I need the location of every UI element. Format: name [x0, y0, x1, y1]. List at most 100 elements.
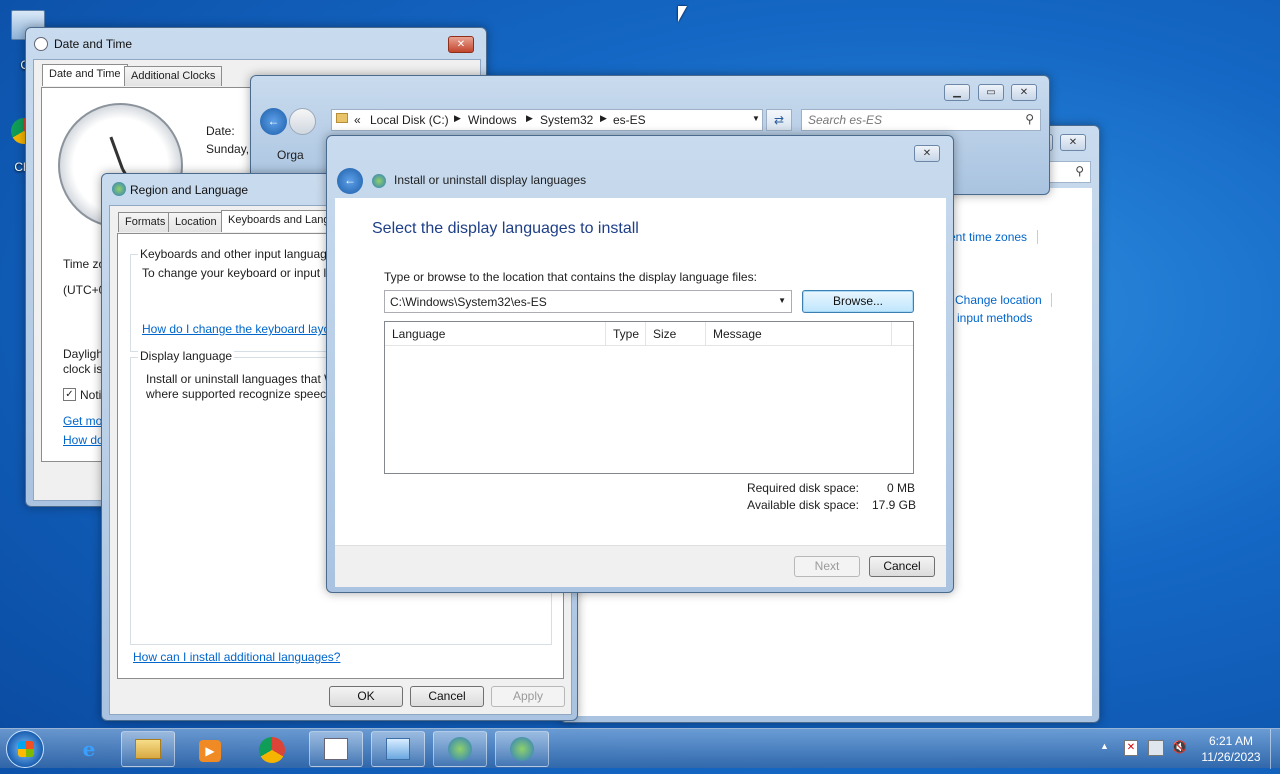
globe-icon: [372, 174, 386, 188]
tab-additional-clocks[interactable]: Additional Clocks: [124, 66, 223, 86]
wizard-footer: Next Cancel: [335, 545, 946, 587]
column-header-language[interactable]: Language: [385, 322, 606, 346]
wizard-heading: Select the display languages to install: [372, 220, 639, 237]
divider: [1051, 293, 1052, 307]
network-icon[interactable]: [1148, 740, 1164, 756]
window-title: Date and Time: [54, 37, 133, 51]
folder-icon: [336, 113, 348, 123]
breadcrumb-system32[interactable]: System32: [540, 113, 593, 127]
show-hidden-icons-button[interactable]: ▲: [1100, 741, 1109, 751]
breadcrumb-es-es[interactable]: es-ES: [613, 113, 646, 127]
get-more-link[interactable]: Get mo: [63, 414, 102, 428]
globe-icon: [112, 182, 126, 196]
wizard-title: Install or uninstall display languages: [394, 173, 587, 187]
chevron-right-icon: ▶: [600, 113, 607, 123]
group-label: Display language: [138, 349, 235, 363]
column-header-type[interactable]: Type: [606, 322, 646, 346]
show-desktop-button[interactable]: [1270, 729, 1280, 769]
group-label: Keyboards and other input language: [138, 247, 336, 261]
maximize-button[interactable]: ▭: [978, 84, 1004, 101]
chevron-down-icon[interactable]: ▼: [778, 296, 786, 305]
internet-explorer-icon: e: [82, 737, 96, 761]
taskbar: e ▶ ▲ ✕ 🔇 6:21 AM 11/26/2023: [0, 728, 1280, 769]
time-zone-label: Time zo: [63, 257, 106, 271]
refresh-icon: ⇄: [773, 113, 785, 127]
keyboards-text: To change your keyboard or input l: [142, 266, 327, 280]
breadcrumb-windows[interactable]: Windows: [468, 113, 517, 127]
close-button[interactable]: ✕: [448, 36, 474, 53]
taskbar-region-language[interactable]: [433, 731, 487, 767]
time-zone-value: (UTC+0: [63, 283, 106, 297]
forward-button[interactable]: [289, 108, 316, 135]
close-button[interactable]: ✕: [1011, 84, 1037, 101]
tab-formats[interactable]: Formats: [118, 212, 173, 232]
path-value: C:\Windows\System32\es-ES: [390, 295, 547, 309]
start-button[interactable]: [6, 730, 44, 768]
chevron-down-icon[interactable]: ▼: [752, 114, 760, 123]
required-space-value: 0 MB: [886, 481, 915, 495]
back-button[interactable]: ←: [337, 168, 363, 194]
folder-icon: [135, 739, 161, 759]
daylight-text: Daylight: [63, 347, 107, 361]
taskbar-internet-explorer[interactable]: e: [62, 731, 116, 767]
breadcrumb-overflow[interactable]: «: [354, 113, 361, 127]
instruction-text: Type or browse to the location that cont…: [384, 270, 757, 284]
calendar-clock-icon: [324, 738, 348, 760]
clock-time[interactable]: 6:21 AM: [1196, 734, 1266, 748]
browse-button[interactable]: Browse...: [802, 290, 914, 313]
language-list[interactable]: Language Type Size Message: [384, 321, 914, 474]
taskbar-chrome[interactable]: [245, 731, 299, 767]
install-languages-link[interactable]: How can I install additional languages?: [133, 650, 340, 664]
how-do-link[interactable]: How do: [63, 433, 104, 447]
breadcrumb-local-disk[interactable]: Local Disk (C:): [370, 113, 449, 127]
cancel-button[interactable]: Cancel: [410, 686, 484, 707]
available-space-label: Available disk space:: [747, 498, 859, 512]
volume-muted-icon[interactable]: 🔇: [1172, 740, 1188, 756]
minimize-button[interactable]: ▁: [944, 84, 970, 101]
back-button[interactable]: ←: [260, 108, 287, 135]
action-center-icon[interactable]: ✕: [1124, 740, 1138, 756]
next-button[interactable]: Next: [794, 556, 860, 577]
chrome-icon: [259, 737, 285, 763]
address-bar[interactable]: « Local Disk (C:) ▶ Windows ▶ System32 ▶…: [331, 109, 763, 131]
ok-button[interactable]: OK: [329, 686, 403, 707]
taskbar-date-time[interactable]: [309, 731, 363, 767]
mouse-cursor: [678, 6, 687, 22]
globe-checklist-icon: [510, 737, 534, 761]
taskbar-install-languages[interactable]: [495, 731, 549, 767]
link-change-location[interactable]: Change location: [955, 293, 1042, 307]
search-icon: ⚲: [1075, 164, 1084, 178]
refresh-button[interactable]: ⇄: [766, 109, 792, 131]
clock-date[interactable]: 11/26/2023: [1196, 750, 1266, 764]
taskbar-control-panel[interactable]: [371, 731, 425, 767]
notify-checkbox[interactable]: ✓: [63, 388, 76, 401]
windows-logo-icon: [18, 741, 34, 757]
chevron-right-icon: ▶: [526, 113, 533, 123]
organize-button[interactable]: Orga: [277, 148, 304, 162]
chevron-right-icon: ▶: [454, 113, 461, 123]
close-button[interactable]: ✕: [914, 145, 940, 162]
window-title: Region and Language: [130, 183, 249, 197]
cancel-button[interactable]: Cancel: [869, 556, 935, 577]
change-keyboard-link[interactable]: How do I change the keyboard layo: [142, 322, 330, 336]
link-time-zones[interactable]: ent time zones: [949, 230, 1027, 244]
search-box[interactable]: Search es-ES ⚲: [801, 109, 1041, 131]
taskbar-media-player[interactable]: ▶: [183, 731, 237, 767]
tab-location[interactable]: Location: [168, 212, 224, 232]
taskbar-file-explorer[interactable]: [121, 731, 175, 767]
tab-date-and-time[interactable]: Date and Time: [42, 64, 128, 86]
path-combobox[interactable]: C:\Windows\System32\es-ES ▼: [384, 290, 792, 313]
media-player-icon: ▶: [199, 740, 221, 762]
search-placeholder: Search es-ES: [808, 113, 883, 127]
list-header: Language Type Size Message: [385, 322, 913, 346]
column-header-size[interactable]: Size: [646, 322, 706, 346]
clock-icon: [34, 37, 48, 51]
link-input-methods[interactable]: input methods: [957, 311, 1032, 325]
daylight-text: clock is: [63, 362, 103, 376]
display-language-text: Install or uninstall languages that W: [146, 372, 336, 386]
apply-button[interactable]: Apply: [491, 686, 565, 707]
close-button[interactable]: ✕: [1060, 134, 1086, 151]
back-arrow-icon: ←: [344, 173, 356, 187]
column-header-message[interactable]: Message: [706, 322, 892, 346]
required-space-label: Required disk space:: [746, 481, 859, 495]
